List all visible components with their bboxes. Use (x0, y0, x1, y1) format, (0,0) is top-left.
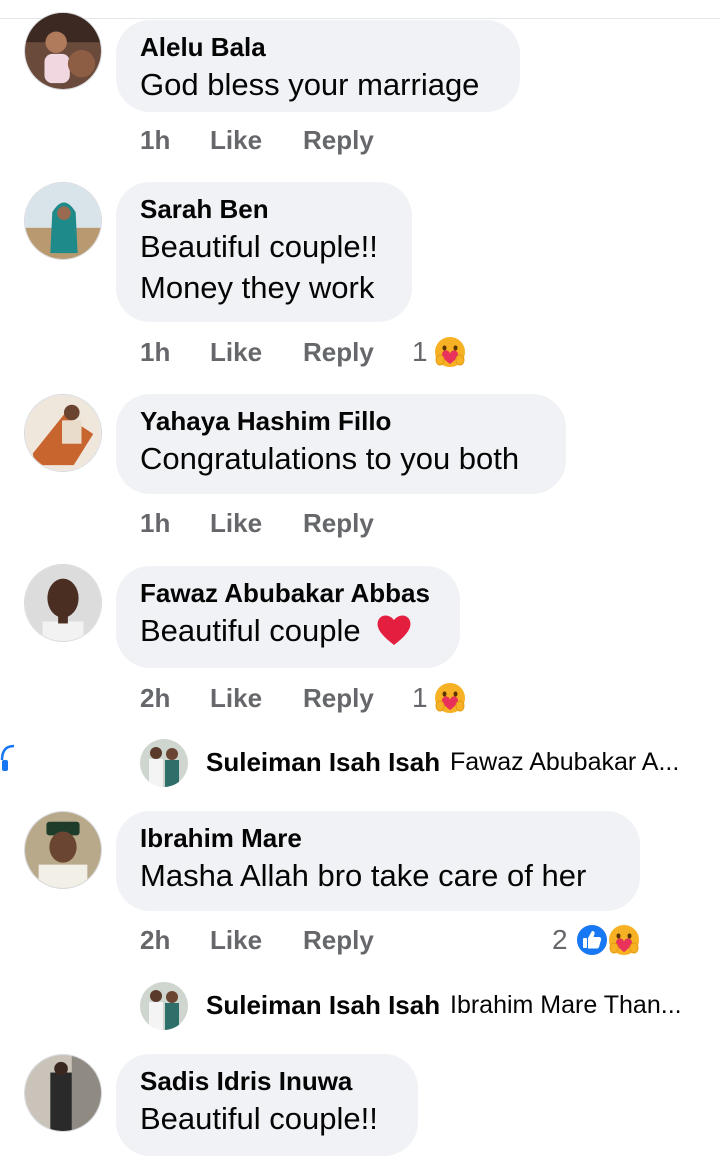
reply-preview-text: Ibrahim Mare Than... (450, 991, 682, 1019)
avatar[interactable] (24, 12, 102, 90)
comment-bubble[interactable]: Alelu Bala God bless your marriage (116, 20, 520, 112)
avatar-image (140, 739, 188, 787)
comment-text: Masha Allah bro take care of her (140, 858, 587, 893)
avatar-image (25, 565, 101, 641)
comment-text: Congratulations to you both (140, 441, 520, 476)
reply-preview-text: Fawaz Abubakar A... (450, 748, 680, 776)
reply-button[interactable]: Reply (303, 122, 374, 158)
comment-text: Beautiful couple!! (140, 229, 378, 264)
like-reaction-icon[interactable] (574, 922, 610, 958)
comment-time[interactable]: 1h (140, 505, 170, 541)
comment-actions: 1h Like Reply (140, 505, 700, 541)
commenter-name[interactable]: Yahaya Hashim Fillo (140, 404, 540, 438)
avatar-image (140, 982, 188, 1030)
comment-text: Beautiful couple!! (140, 1101, 378, 1136)
avatar[interactable] (24, 811, 102, 889)
reply-author[interactable]: Suleiman Isah Isah (206, 747, 440, 778)
like-button[interactable]: Like (210, 680, 262, 716)
avatar-image (25, 395, 101, 471)
comment-bubble[interactable]: Sarah Ben Beautiful couple!! Money they … (116, 182, 412, 322)
reply-preview[interactable]: Suleiman Isah Isah Fawaz Abubakar A... (140, 739, 700, 787)
comment-bubble[interactable]: Sadis Idris Inuwa Beautiful couple!! (116, 1054, 418, 1156)
avatar-image (25, 13, 101, 89)
commenter-name[interactable]: Ibrahim Mare (140, 821, 614, 855)
comment-time[interactable]: 2h (140, 680, 170, 716)
avatar-image (25, 183, 101, 259)
reply-preview[interactable]: Suleiman Isah Isah Ibrahim Mare Than... (140, 982, 700, 1030)
avatar[interactable] (140, 982, 188, 1030)
comment-text-row: Beautiful couple (140, 610, 434, 651)
reply-button[interactable]: Reply (303, 334, 374, 370)
comment-actions: 2h Like Reply 2 (140, 922, 700, 958)
avatar-image (25, 1055, 101, 1131)
comment-actions: 1h Like Reply (140, 122, 700, 158)
comment-text: God bless your marriage (140, 67, 480, 102)
avatar[interactable] (24, 182, 102, 260)
reply-button[interactable]: Reply (303, 505, 374, 541)
reply-button[interactable]: Reply (303, 680, 374, 716)
like-button[interactable]: Like (210, 505, 262, 541)
comment-bubble[interactable]: Fawaz Abubakar Abbas Beautiful couple (116, 566, 460, 668)
comment-actions: 1h Like Reply 1 (140, 334, 700, 370)
like-button[interactable]: Like (210, 334, 262, 370)
headphone-icon[interactable] (0, 740, 18, 774)
reply-author[interactable]: Suleiman Isah Isah (206, 990, 440, 1021)
top-divider (0, 18, 720, 19)
avatar-image (25, 812, 101, 888)
avatar[interactable] (24, 1054, 102, 1132)
comment-text: Money they work (140, 270, 375, 305)
like-button[interactable]: Like (210, 922, 262, 958)
commenter-name[interactable]: Fawaz Abubakar Abbas (140, 576, 434, 610)
comment-time[interactable]: 1h (140, 122, 170, 158)
red-heart-icon (377, 615, 411, 645)
reply-button[interactable]: Reply (303, 922, 374, 958)
avatar[interactable] (24, 394, 102, 472)
comment-text: Beautiful couple (140, 613, 361, 648)
commenter-name[interactable]: Sadis Idris Inuwa (140, 1064, 392, 1098)
reaction-count[interactable]: 1 (412, 334, 428, 370)
comment-bubble[interactable]: Ibrahim Mare Masha Allah bro take care o… (116, 811, 640, 911)
comment-actions: 2h Like Reply 1 (140, 680, 700, 716)
care-reaction-icon[interactable] (432, 334, 468, 370)
like-button[interactable]: Like (210, 122, 262, 158)
avatar[interactable] (24, 564, 102, 642)
comment-bubble[interactable]: Yahaya Hashim Fillo Congratulations to y… (116, 394, 566, 494)
care-reaction-icon[interactable] (606, 922, 642, 958)
comment-time[interactable]: 2h (140, 922, 170, 958)
reaction-count[interactable]: 1 (412, 680, 428, 716)
care-reaction-icon[interactable] (432, 680, 468, 716)
commenter-name[interactable]: Alelu Bala (140, 30, 494, 64)
comment-time[interactable]: 1h (140, 334, 170, 370)
reaction-count[interactable]: 2 (552, 922, 568, 958)
avatar[interactable] (140, 739, 188, 787)
commenter-name[interactable]: Sarah Ben (140, 192, 386, 226)
